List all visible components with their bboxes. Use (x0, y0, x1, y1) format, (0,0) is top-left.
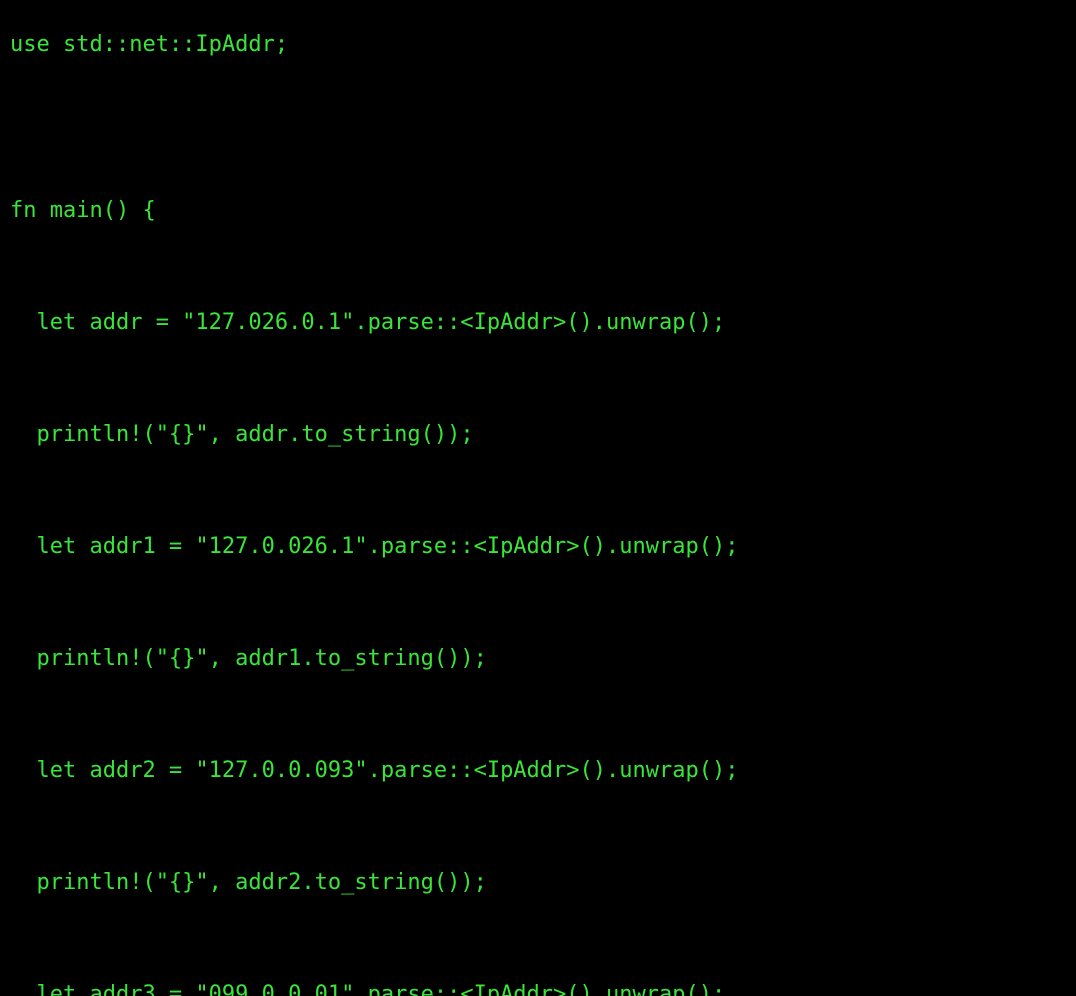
blank (10, 88, 1076, 120)
blank (10, 814, 1076, 846)
code-text: println!("{}", addr.to_string()); (36, 422, 473, 447)
blank (10, 366, 1076, 398)
code-line-addr3: let addr3 = "099.0.0.01".parse::<IpAddr>… (10, 980, 1076, 996)
code-text: let addr2 = "127.0.0.093".parse::<IpAddr… (36, 758, 738, 783)
code-line-println-addr: println!("{}", addr.to_string()); (10, 420, 1076, 456)
blank (10, 142, 1076, 174)
code-line-addr2: let addr2 = "127.0.0.093".parse::<IpAddr… (10, 756, 1076, 792)
blank (10, 702, 1076, 734)
blank (10, 590, 1076, 622)
code-line-fn-main: fn main() { (10, 196, 1076, 232)
code-text: let addr = "127.026.0.1".parse::<IpAddr>… (36, 310, 725, 335)
code-text: let addr1 = "127.0.026.1".parse::<IpAddr… (36, 534, 738, 559)
blank (10, 478, 1076, 510)
code-line-println-addr2: println!("{}", addr2.to_string()); (10, 868, 1076, 904)
code-line-addr1: let addr1 = "127.0.026.1".parse::<IpAddr… (10, 532, 1076, 568)
blank (10, 254, 1076, 286)
code-text: println!("{}", addr1.to_string()); (36, 646, 486, 671)
code-line-addr: let addr = "127.026.0.1".parse::<IpAddr>… (10, 308, 1076, 344)
code-line-println-addr1: println!("{}", addr1.to_string()); (10, 644, 1076, 680)
code-block: use std::net::IpAddr; fn main() { let ad… (0, 0, 1076, 996)
blank (10, 926, 1076, 958)
code-text: let addr3 = "099.0.0.01".parse::<IpAddr>… (36, 982, 725, 996)
code-text: println!("{}", addr2.to_string()); (36, 870, 486, 895)
code-line-use: use std::net::IpAddr; (10, 30, 1076, 66)
